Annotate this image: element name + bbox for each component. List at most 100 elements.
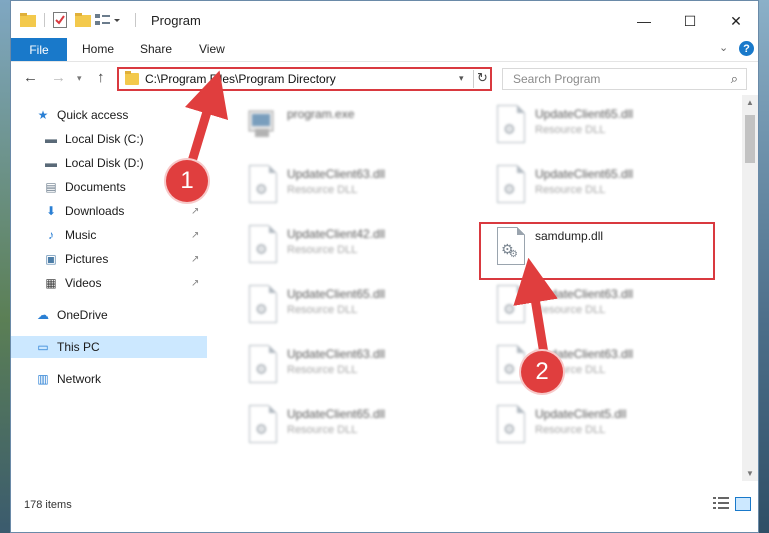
scroll-up-icon[interactable]: ▲ bbox=[746, 98, 754, 107]
sidebar-item-downloads[interactable]: ⬇ Downloads ↗ bbox=[11, 200, 207, 222]
help-icon[interactable]: ? bbox=[739, 41, 754, 56]
title-separator bbox=[135, 13, 136, 27]
file-name: UpdateClient42.dll bbox=[287, 227, 386, 241]
forward-arrow-icon[interactable]: → bbox=[51, 69, 66, 86]
dll-file-icon: ⚙ bbox=[245, 345, 279, 385]
navigation-pane: ★ Quick access ▬ Local Disk (C:) ▬ Local… bbox=[11, 95, 207, 481]
desktop-background-left bbox=[0, 0, 10, 533]
star-icon: ★ bbox=[37, 108, 49, 122]
file-name: UpdateClient65.dll bbox=[287, 407, 386, 421]
file-name: program.exe bbox=[287, 107, 355, 121]
drive-icon: ▬ bbox=[45, 156, 57, 170]
network-icon: ▥ bbox=[37, 372, 49, 386]
dll-file-icon: ⚙ bbox=[245, 165, 279, 205]
navigation-bar: ← → ▾ ↑ C:\Program Files\Program Directo… bbox=[11, 61, 758, 95]
list-item[interactable]: ⚙ UpdateClient65.dll Resource DLL bbox=[479, 157, 714, 213]
sidebar-item-label: Quick access bbox=[57, 108, 129, 122]
file-type: Resource DLL bbox=[535, 124, 606, 136]
details-view-icon[interactable] bbox=[713, 497, 729, 511]
scrollbar-thumb[interactable] bbox=[745, 115, 755, 163]
file-name: UpdateClient5.dll bbox=[535, 407, 627, 421]
list-item[interactable]: ⚙ UpdateClient5.dll Resource DLL bbox=[479, 397, 714, 453]
drive-icon: ▬ bbox=[45, 132, 57, 146]
properties-check-icon[interactable] bbox=[53, 11, 69, 29]
maximize-button[interactable]: ☐ bbox=[667, 7, 713, 35]
quick-access-separator bbox=[44, 13, 45, 27]
desktop-background-right bbox=[759, 0, 769, 533]
address-bar[interactable]: C:\Program Files\Program Directory ▾ ↻ bbox=[117, 67, 492, 91]
up-arrow-icon[interactable]: ↑ bbox=[97, 69, 105, 86]
sidebar-item-pictures[interactable]: ▣ Pictures ↗ bbox=[11, 248, 207, 270]
file-tab[interactable]: File bbox=[11, 38, 67, 61]
sidebar-item-label: This PC bbox=[57, 340, 100, 354]
item-count: 178 items bbox=[24, 499, 72, 511]
pin-icon[interactable]: ↗ bbox=[191, 230, 199, 241]
scroll-down-icon[interactable]: ▼ bbox=[746, 469, 754, 478]
dll-file-icon: ⚙ bbox=[245, 285, 279, 325]
sidebar-item-label: Downloads bbox=[65, 204, 125, 218]
file-type: Resource DLL bbox=[287, 244, 358, 256]
step-1-badge: 1 bbox=[166, 160, 208, 202]
sidebar-item-videos[interactable]: ▦ Videos ↗ bbox=[11, 272, 207, 294]
dll-file-icon: ⚙ bbox=[245, 405, 279, 445]
list-item[interactable]: ⚙ UpdateClient63.dll Resource DLL bbox=[231, 157, 466, 213]
folder-icon bbox=[125, 71, 139, 85]
tab-share[interactable]: Share bbox=[140, 42, 172, 56]
pin-icon[interactable]: ↗ bbox=[191, 278, 199, 289]
sidebar-item-label: Network bbox=[57, 372, 102, 386]
file-name: UpdateClient65.dll bbox=[535, 107, 634, 121]
sidebar-item-label: Local Disk (D:) bbox=[65, 156, 144, 170]
refresh-icon[interactable]: ↻ bbox=[473, 70, 491, 88]
customize-toolbar-icon[interactable] bbox=[95, 11, 123, 29]
file-list: program.exe ⚙ UpdateClient63.dll Resourc… bbox=[207, 95, 742, 481]
sidebar-item-this-pc[interactable]: ▭ This PC bbox=[11, 336, 207, 358]
file-type: Resource DLL bbox=[535, 304, 606, 316]
address-dropdown-icon[interactable]: ▾ bbox=[459, 73, 464, 84]
file-name: UpdateClient63.dll bbox=[535, 287, 634, 301]
file-type: Resource DLL bbox=[287, 424, 358, 436]
documents-icon: ▤ bbox=[45, 180, 57, 194]
sidebar-item-local-disk-c[interactable]: ▬ Local Disk (C:) bbox=[11, 128, 207, 150]
list-item[interactable]: ⚙ UpdateClient63.dll Resource DLL bbox=[479, 337, 714, 393]
list-item[interactable]: ⚙ UpdateClient63.dll Resource DLL bbox=[479, 277, 714, 333]
pictures-icon: ▣ bbox=[45, 252, 57, 266]
list-item[interactable]: ⚙ UpdateClient65.dll Resource DLL bbox=[231, 277, 466, 333]
vertical-scrollbar[interactable]: ▲ ▼ bbox=[742, 95, 758, 481]
sidebar-item-quick-access[interactable]: ★ Quick access bbox=[11, 104, 207, 126]
file-type: Resource DLL bbox=[287, 364, 358, 376]
sidebar-item-music[interactable]: ♪ Music ↗ bbox=[11, 224, 207, 246]
close-button[interactable]: ✕ bbox=[713, 7, 759, 35]
sidebar-item-label: Pictures bbox=[65, 252, 109, 266]
large-icons-view-icon[interactable] bbox=[735, 497, 751, 511]
search-input[interactable]: Search Program ⌕ bbox=[502, 68, 747, 90]
recent-locations-icon[interactable]: ▾ bbox=[77, 73, 82, 84]
expand-ribbon-icon[interactable]: ⌄ bbox=[719, 41, 728, 54]
list-item[interactable]: ⚙ UpdateClient65.dll Resource DLL bbox=[231, 397, 466, 453]
sidebar-item-onedrive[interactable]: ☁ OneDrive bbox=[11, 304, 207, 326]
pin-icon[interactable]: ↗ bbox=[191, 206, 199, 217]
list-item[interactable]: ⚙ UpdateClient65.dll Resource DLL bbox=[479, 97, 714, 153]
sidebar-item-label: OneDrive bbox=[57, 308, 108, 322]
sidebar-item-network[interactable]: ▥ Network bbox=[11, 368, 207, 390]
status-bar: 178 items bbox=[11, 481, 758, 532]
new-folder-icon[interactable] bbox=[75, 11, 91, 29]
address-path[interactable]: C:\Program Files\Program Directory bbox=[145, 72, 336, 86]
dll-file-icon: ⚙ bbox=[493, 105, 527, 145]
minimize-button[interactable]: — bbox=[621, 7, 667, 35]
window-title: Program bbox=[151, 13, 201, 28]
pin-icon[interactable]: ↗ bbox=[191, 254, 199, 265]
file-name: UpdateClient63.dll bbox=[287, 167, 386, 181]
tab-view[interactable]: View bbox=[199, 42, 225, 56]
file-type: Resource DLL bbox=[287, 184, 358, 196]
file-name: UpdateClient63.dll bbox=[287, 347, 386, 361]
title-bar: Program — ☐ ✕ bbox=[11, 1, 758, 38]
list-item[interactable]: ⚙ UpdateClient42.dll Resource DLL bbox=[231, 217, 466, 273]
tab-home[interactable]: Home bbox=[82, 42, 114, 56]
list-item[interactable]: program.exe bbox=[231, 97, 466, 153]
folder-icon[interactable] bbox=[20, 11, 36, 29]
search-icon[interactable]: ⌕ bbox=[731, 71, 738, 87]
dll-file-icon: ⚙ bbox=[245, 225, 279, 265]
back-arrow-icon[interactable]: ← bbox=[23, 69, 38, 86]
dll-file-icon: ⚙ bbox=[493, 405, 527, 445]
list-item[interactable]: ⚙ UpdateClient63.dll Resource DLL bbox=[231, 337, 466, 393]
